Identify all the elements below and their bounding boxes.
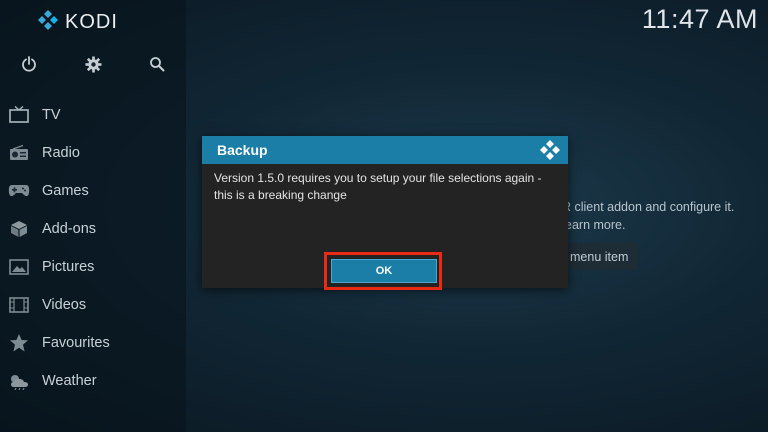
background-info-line: earn more. [565, 218, 626, 232]
sidebar-item-addons[interactable]: Add-ons [0, 210, 186, 248]
gamepad-icon [8, 180, 30, 202]
sidebar-item-label: Weather [42, 373, 97, 389]
main-menu: TV Radio Games Add-ons Pictures Videos F… [0, 96, 186, 400]
background-info-line: R client addon and configure it. [562, 200, 735, 214]
sidebar-item-weather[interactable]: Weather [0, 362, 186, 400]
picture-icon [8, 256, 30, 278]
sidebar-item-label: Videos [42, 297, 87, 313]
box-icon [8, 218, 30, 240]
background-menu-item-button[interactable]: menu item [556, 243, 638, 270]
sidebar-item-pictures[interactable]: Pictures [0, 248, 186, 286]
sidebar-item-label: Pictures [42, 259, 95, 275]
sidebar-item-label: Radio [42, 145, 80, 161]
sidebar-item-radio[interactable]: Radio [0, 134, 186, 172]
power-icon[interactable] [17, 52, 41, 76]
dialog-message: Version 1.5.0 requires you to setup your… [214, 171, 542, 202]
kodi-logo[interactable]: KODI [38, 10, 118, 34]
dialog-title: Backup [217, 142, 268, 158]
sidebar-item-label: Favourites [42, 335, 110, 351]
radio-icon [8, 142, 30, 164]
app-name: KODI [65, 10, 118, 33]
tv-icon [8, 104, 30, 126]
sidebar-item-label: Add-ons [42, 221, 97, 237]
clock: 11:47 AM [641, 4, 758, 34]
ok-button[interactable]: OK [331, 259, 437, 283]
search-icon[interactable] [145, 52, 169, 76]
sidebar-item-tv[interactable]: TV [0, 96, 186, 134]
sidebar: KODI TV Radio Games Add-ons Pictures Vid… [0, 0, 186, 432]
sidebar-item-label: Games [42, 183, 89, 199]
star-icon [8, 332, 30, 354]
gear-icon[interactable] [81, 52, 105, 76]
kodi-dialog-logo-icon [540, 140, 560, 164]
sidebar-item-videos[interactable]: Videos [0, 286, 186, 324]
sidebar-item-label: TV [42, 107, 61, 123]
dialog-header: Backup [202, 136, 568, 164]
weather-icon [8, 370, 30, 392]
kodi-logo-icon [38, 10, 58, 34]
sidebar-item-favourites[interactable]: Favourites [0, 324, 186, 362]
top-icon-bar [0, 52, 186, 76]
sidebar-item-games[interactable]: Games [0, 172, 186, 210]
ok-button-label: OK [375, 265, 393, 277]
film-icon [8, 294, 30, 316]
background-button-label: menu item [570, 249, 629, 264]
